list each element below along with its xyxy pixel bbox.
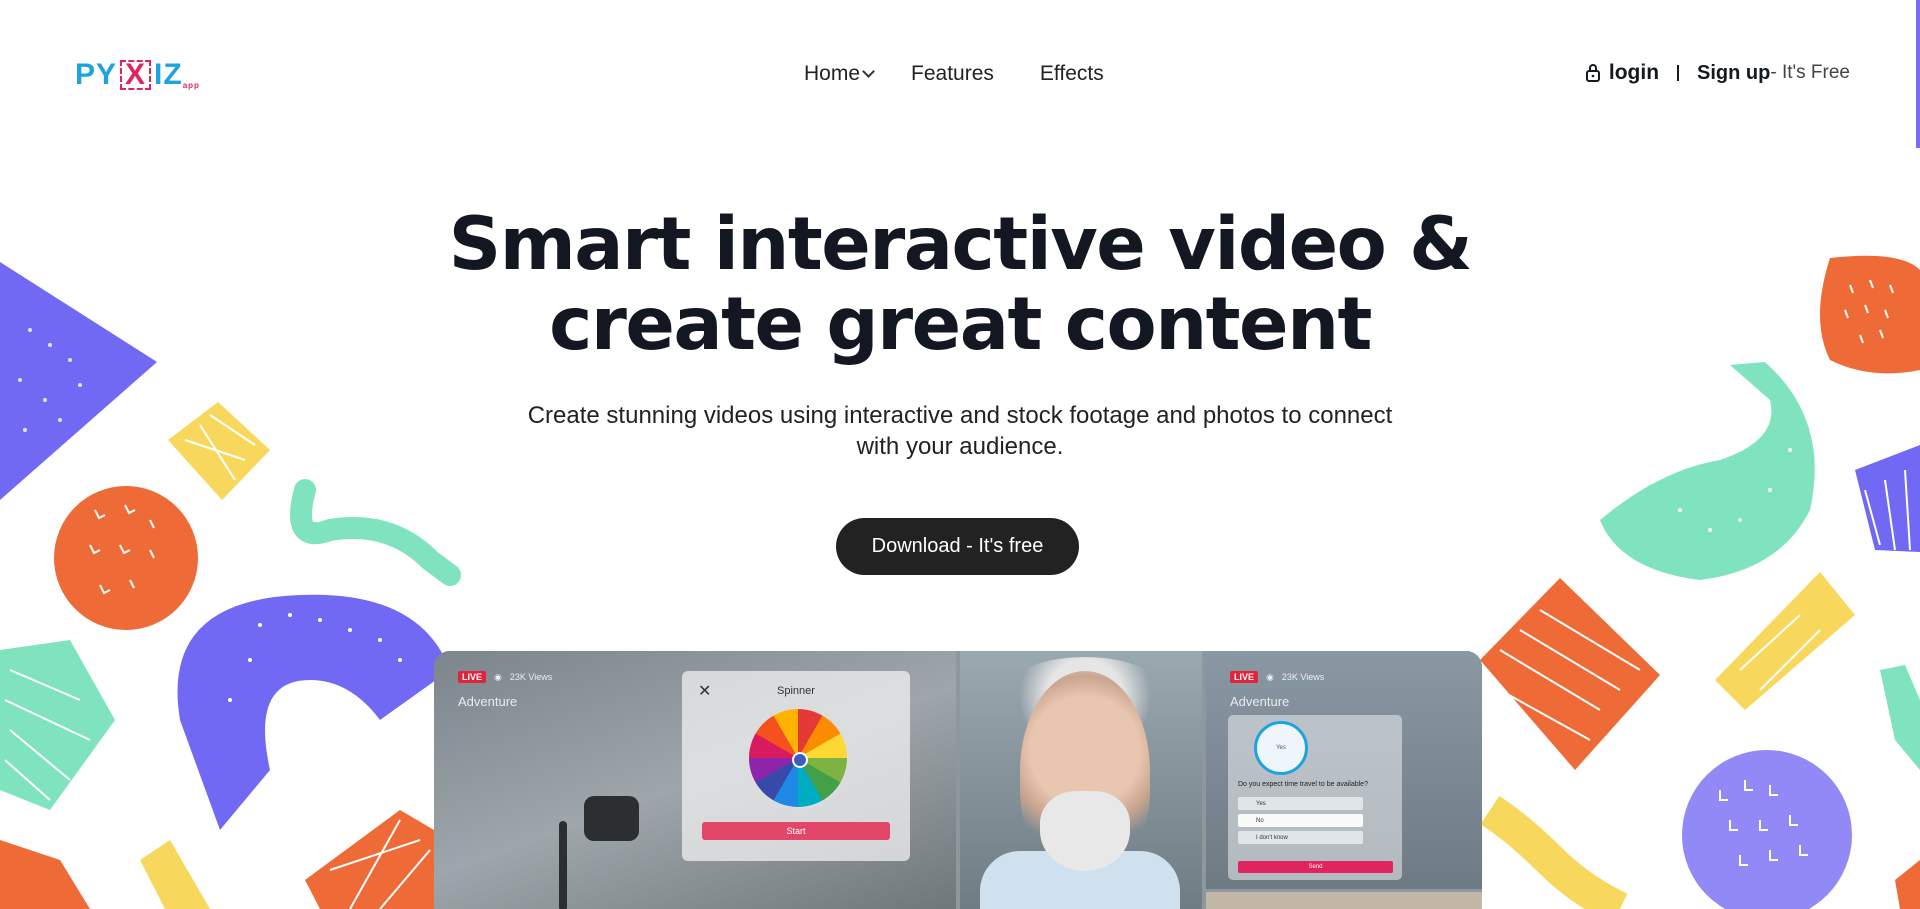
quiz-option-no[interactable]: No bbox=[1238, 814, 1363, 827]
mint-bar-shape bbox=[1880, 665, 1920, 770]
logo-text-part2: X bbox=[120, 60, 152, 90]
quiz-card: Yes Do you expect time travel to be avai… bbox=[1228, 715, 1402, 880]
hero-subtitle: Create stunning videos using interactive… bbox=[460, 400, 1460, 462]
yellow-stick-shape bbox=[140, 840, 210, 909]
views-count: 23K Views bbox=[509, 672, 553, 682]
orange-stripe-shape bbox=[1480, 578, 1660, 770]
live-badge-2: LIVE bbox=[1230, 671, 1259, 683]
mint-squiggle-shape bbox=[289, 479, 461, 586]
preview-panel-spinner: LIVE ◉ 23K Views Adventure ✕ Spinner Sta… bbox=[434, 651, 956, 909]
phone-mount-arm bbox=[559, 821, 567, 909]
live-badge: LIVE bbox=[458, 671, 487, 683]
channel-name: Adventure bbox=[458, 694, 518, 709]
quiz-option-unsure[interactable]: I don't know bbox=[1238, 831, 1363, 844]
orange-edge-shape bbox=[1895, 860, 1920, 909]
logo-text-part3: IZ bbox=[154, 58, 183, 91]
hero-subtitle-line1: Create stunning videos using interactive… bbox=[527, 402, 1393, 429]
preview-panel-presenter bbox=[960, 651, 1202, 909]
eye-icon: ◉ bbox=[1266, 671, 1274, 682]
views-count-2: 23K Views bbox=[1281, 672, 1325, 682]
login-label: login bbox=[1608, 61, 1660, 84]
hero-title-line2: create great content bbox=[549, 282, 1372, 367]
channel-name-2: Adventure bbox=[1230, 694, 1290, 709]
nav-home-label: Home bbox=[804, 62, 861, 85]
scrollbar-thumb[interactable] bbox=[1916, 0, 1920, 148]
mint-arch-shape bbox=[1600, 362, 1815, 580]
spinner-wheel[interactable] bbox=[747, 707, 849, 809]
spinner-title: Spinner bbox=[777, 685, 815, 697]
nav-effects-label: Effects bbox=[1039, 62, 1104, 85]
quiz-question: Do you expect time travel to be availabl… bbox=[1238, 781, 1368, 788]
phone-mount-image bbox=[584, 796, 639, 841]
live-indicator-2: LIVE ◉ 23K Views bbox=[1230, 671, 1324, 683]
orange-grid-shape bbox=[305, 810, 434, 909]
preview-bottom-thumb bbox=[1206, 892, 1482, 909]
nav-home[interactable]: Home bbox=[804, 62, 875, 86]
nav-features-label: Features bbox=[911, 62, 994, 85]
app-preview: LIVE ◉ 23K Views Adventure ✕ Spinner Sta… bbox=[434, 651, 1482, 909]
yellow-bar-shape bbox=[1715, 572, 1855, 710]
spinner-modal: ✕ Spinner Start bbox=[682, 671, 910, 861]
live-indicator: LIVE ◉ 23K Views bbox=[458, 671, 552, 683]
hero-subtitle-line2: with your audience. bbox=[856, 433, 1064, 460]
preview-panel-quiz: LIVE ◉ 23K Views Adventure Yes Do you ex… bbox=[1206, 651, 1482, 909]
eye-icon: ◉ bbox=[494, 671, 502, 682]
spinner-start-button[interactable]: Start bbox=[702, 822, 890, 840]
nav-effects[interactable]: Effects bbox=[1040, 62, 1104, 86]
quiz-option-yes[interactable]: Yes bbox=[1238, 797, 1363, 810]
logo-text-part1: PY bbox=[75, 58, 118, 91]
auth-divider bbox=[1677, 65, 1680, 81]
lock-icon bbox=[1585, 64, 1600, 82]
chevron-down-icon bbox=[862, 65, 875, 78]
purple-arch-shape bbox=[177, 594, 450, 830]
nav-features[interactable]: Features bbox=[911, 62, 994, 86]
signup-link[interactable]: Sign up bbox=[1697, 62, 1770, 85]
download-button[interactable]: Download - It's free bbox=[836, 518, 1079, 575]
signup-free-note: - It's Free bbox=[1770, 62, 1850, 83]
quiz-send-button[interactable]: Send bbox=[1238, 861, 1393, 873]
hero-title: Smart interactive video & create great c… bbox=[0, 205, 1920, 365]
quiz-result-circle: Yes bbox=[1254, 721, 1308, 775]
spinner-hub bbox=[792, 752, 808, 768]
presenter-beard bbox=[1040, 791, 1130, 871]
orange-corner-shape bbox=[0, 840, 90, 909]
auth-links: login Sign up - It's Free bbox=[1585, 58, 1850, 88]
quiz-screen: LIVE ◉ 23K Views Adventure Yes Do you ex… bbox=[1206, 651, 1482, 889]
hero-title-line1: Smart interactive video & bbox=[448, 202, 1473, 287]
site-logo[interactable]: PY X IZ app bbox=[75, 58, 200, 92]
login-link[interactable]: login bbox=[1585, 61, 1659, 85]
yellow-curve-shape bbox=[1480, 795, 1628, 909]
main-nav: Home Features Effects bbox=[804, 60, 1104, 88]
logo-suffix: app bbox=[182, 81, 200, 90]
